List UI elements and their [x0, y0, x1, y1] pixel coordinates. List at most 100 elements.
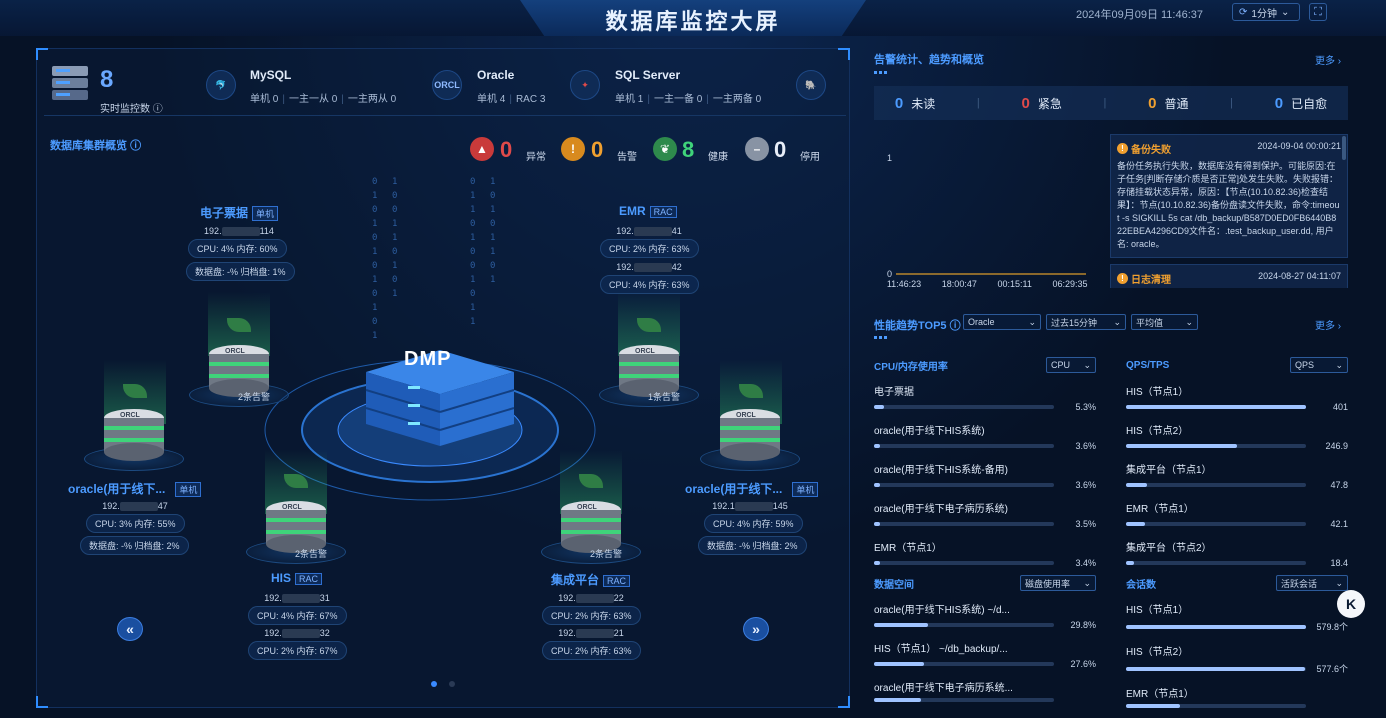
healthy-label: 健康	[708, 152, 728, 163]
abnormal-count: 0	[500, 137, 513, 162]
metric-row[interactable]: HIS（节点2） 246.9	[1126, 422, 1348, 451]
metric-row[interactable]: HIS（节点1） ~/db_backup/... 27.6%	[874, 640, 1096, 669]
node-ip: 192. 32	[264, 628, 330, 639]
assistant-logo-button[interactable]: K	[1337, 590, 1365, 618]
cpu-metric-select[interactable]: CPU ⌄	[1046, 357, 1096, 373]
scrollbar-thumb[interactable]	[1342, 136, 1346, 160]
node-alarm[interactable]: 1条告警	[648, 390, 680, 403]
metric-name: EMR（节点1）	[1126, 504, 1194, 515]
title-underline	[874, 71, 888, 74]
self-healed-count[interactable]: 0 已自愈	[1275, 95, 1327, 112]
db-brand: ORCL	[577, 504, 597, 511]
node-name-emr[interactable]: EMR RAC	[619, 204, 677, 218]
metric-row[interactable]: HIS（节点1） 401	[1126, 383, 1348, 412]
qps-metric-block: QPS/TPS QPS ⌄ HIS（节点1） 401 HIS（节点2） 246.9 集成平台…	[1126, 357, 1348, 568]
warning-icon: !	[1117, 143, 1128, 154]
chevron-down-icon: ⌄	[1028, 316, 1036, 327]
metric-name: HIS（节点2）	[1126, 647, 1189, 658]
node-cpu-mem: CPU: 4% 内存: 67%	[248, 606, 347, 625]
refresh-interval-select[interactable]: ⟳ 1分钟 ⌄	[1232, 3, 1300, 21]
node-alarm[interactable]: 2条告警	[238, 390, 270, 403]
metric-name: HIS（节点2）	[1126, 426, 1189, 437]
urgent-count[interactable]: 0 紧急	[1021, 95, 1061, 112]
normal-count[interactable]: 0 普通	[1148, 95, 1188, 112]
dashboard-root: 数据库监控大屏 2024年09月09日 11:46:37 ⟳ 1分钟 ⌄ ⛶ 8…	[0, 0, 1386, 718]
node-ip: 192. 42	[616, 262, 682, 273]
metric-value: 401	[1332, 402, 1348, 412]
metric-row[interactable]: oracle(用于线下HIS系统) ~/d... 29.8%	[874, 601, 1096, 630]
node-name-oracle-his[interactable]: oracle(用于线下... 单机	[68, 480, 202, 497]
alert-card[interactable]: ! 备份失败 2024-09-04 00:00:21 备份任务执行失败，数据库没有得…	[1110, 134, 1348, 258]
panel-corner	[36, 696, 48, 708]
metric-row[interactable]: HIS（节点1） 579.8个	[1126, 601, 1348, 633]
metric-value: 3.5%	[1075, 519, 1096, 529]
unread-count[interactable]: 0 未读	[895, 95, 935, 112]
sessions-metric-select[interactable]: 活跃会话 ⌄	[1276, 575, 1348, 591]
node-name-his[interactable]: HIS RAC	[271, 571, 323, 585]
metric-row[interactable]: EMR（节点1） 42.1	[1126, 500, 1348, 529]
panel-corner	[838, 696, 850, 708]
metric-bar-track	[874, 623, 1054, 627]
page-dot[interactable]	[449, 681, 455, 687]
warning-label: 告警	[617, 152, 637, 163]
perf-more-link[interactable]: 更多 ›	[1315, 317, 1341, 332]
node-name-e-bill[interactable]: 电子票据 单机	[200, 204, 279, 221]
metric-bar-fill	[874, 483, 881, 487]
aggregation-select[interactable]: 平均值 ⌄	[1131, 314, 1198, 330]
metric-bar-fill	[1126, 483, 1148, 487]
metric-name: oracle(用于线下HIS系统-备用)	[874, 465, 1008, 476]
node-alarm[interactable]: 2条告警	[590, 547, 622, 560]
metric-row[interactable]: EMR（节点1）	[1126, 685, 1348, 708]
metric-name: oracle(用于线下HIS系统)	[874, 426, 985, 437]
abnormal-icon: ▲	[470, 137, 494, 161]
metric-row[interactable]: oracle(用于线下电子病历系统...	[874, 679, 1096, 702]
page-dot-active[interactable]	[431, 681, 437, 687]
prev-page-button[interactable]: «	[117, 617, 143, 641]
healthy-leaf-icon: ❦	[653, 137, 677, 161]
info-icon: ⓘ	[130, 140, 142, 152]
space-metric-select[interactable]: 磁盘使用率 ⌄	[1020, 575, 1096, 591]
node-ip: 192. 31	[264, 593, 330, 604]
alert-count-bar: 0 未读 | 0 紧急 | 0 普通 | 0 已自愈	[874, 86, 1348, 120]
sqlserver-icon: ✦	[570, 70, 600, 100]
alert-time: 2024-09-04 00:00:21	[1257, 141, 1341, 151]
metric-row[interactable]: 电子票据 5.3%	[874, 383, 1096, 412]
db-brand: ORCL	[635, 348, 655, 355]
node-name-integration[interactable]: 集成平台 RAC	[551, 571, 631, 588]
metric-bar-fill	[1126, 561, 1135, 565]
metric-row[interactable]: 集成平台（节点1） 47.8	[1126, 461, 1348, 490]
metric-name: oracle(用于线下电子病历系统...	[874, 683, 1013, 694]
alert-card[interactable]: ! 日志清理 2024-08-27 04:11:07	[1110, 264, 1348, 288]
metric-row[interactable]: oracle(用于线下HIS系统-备用) 3.6%	[874, 461, 1096, 490]
fullscreen-icon[interactable]: ⛶	[1309, 3, 1327, 21]
metric-row[interactable]: 集成平台（节点2） 18.4	[1126, 539, 1348, 568]
chevron-down-icon: ⌄	[1335, 359, 1343, 370]
monitor-count: 8	[100, 66, 114, 93]
alerts-more-link[interactable]: 更多 ›	[1315, 52, 1341, 67]
next-page-button[interactable]: »	[743, 617, 769, 641]
metric-row[interactable]: oracle(用于线下电子病历系统) 3.5%	[874, 500, 1096, 529]
page-title: 数据库监控大屏	[605, 9, 781, 34]
chevron-down-icon: ⌄	[1083, 577, 1091, 588]
qps-metric-select[interactable]: QPS ⌄	[1290, 357, 1348, 373]
node-ip: 192. 21	[558, 628, 624, 639]
metric-row[interactable]: EMR（节点1） 3.4%	[874, 539, 1096, 568]
metric-row[interactable]: oracle(用于线下HIS系统) 3.6%	[874, 422, 1096, 451]
metric-bar-fill	[874, 405, 884, 409]
binary-decoration: 010101010101	[372, 177, 378, 341]
metric-name: EMR（节点1）	[1126, 689, 1194, 700]
metric-bar-track	[874, 662, 1054, 666]
db-type-select[interactable]: Oracle ⌄	[963, 314, 1041, 330]
metric-row[interactable]: HIS（节点2） 577.6个	[1126, 643, 1348, 675]
metric-bar-track	[1126, 704, 1306, 708]
alert-list[interactable]: ! 备份失败 2024-09-04 00:00:21 备份任务执行失败，数据库没有得…	[1110, 134, 1348, 288]
time-range-select[interactable]: 过去15分钟 ⌄	[1046, 314, 1126, 330]
alert-title: ! 备份失败	[1117, 141, 1171, 156]
node-alarm[interactable]: 2条告警	[295, 547, 327, 560]
metric-bar-fill	[874, 623, 928, 627]
metric-bar-track	[1126, 561, 1306, 565]
node-name-oracle-emr[interactable]: oracle(用于线下... 单机	[685, 480, 819, 497]
panel-corner	[36, 48, 48, 60]
warning-count: 0	[591, 137, 604, 162]
warning-icon: !	[1117, 273, 1128, 284]
